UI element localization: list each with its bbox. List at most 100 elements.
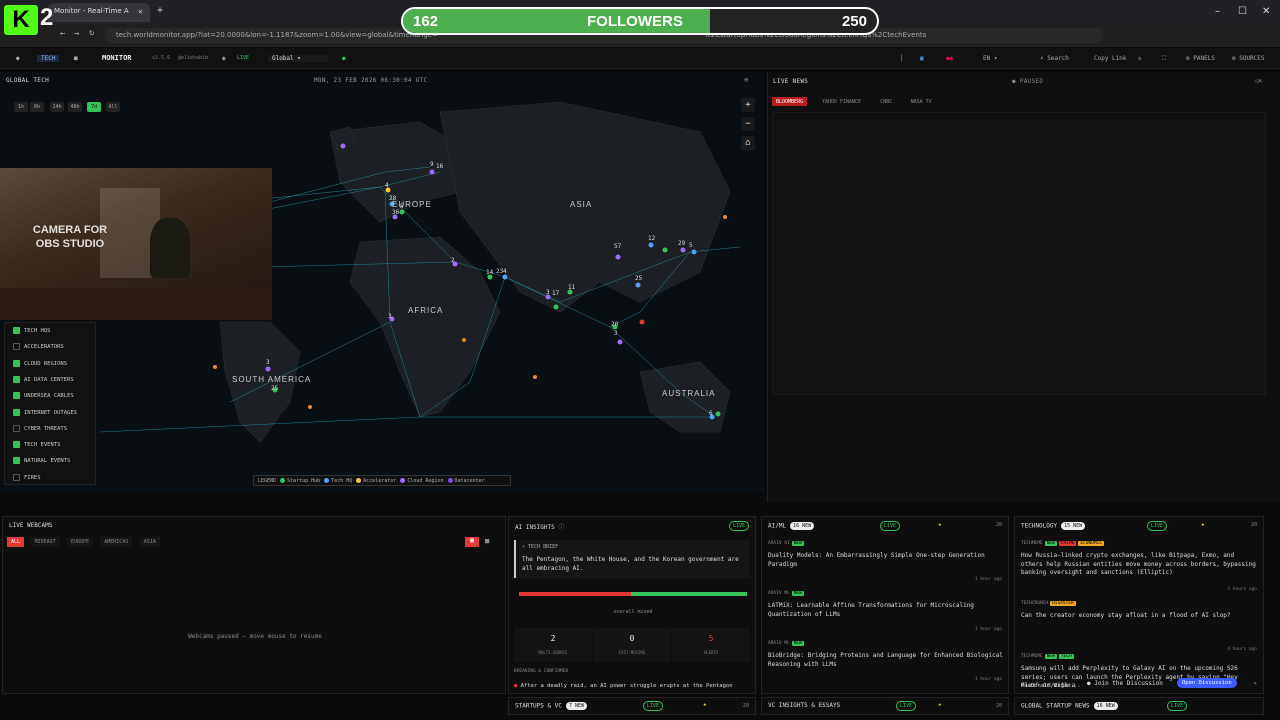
cluster-count[interactable]: 36 [392,209,400,216]
reload-icon[interactable]: ↻ [89,28,94,38]
discussion-close-icon[interactable]: ✕ [1253,680,1257,687]
cluster-count[interactable]: 17 [552,290,560,297]
zoom-in-button[interactable]: + [741,98,755,112]
mute-icon[interactable]: ◁× [1254,77,1262,85]
layer-undersea-cables[interactable]: UNDERSEA CABLES [13,392,74,402]
cluster-count[interactable]: 5 [689,242,693,249]
fullscreen-icon[interactable]: ⛶ [1162,55,1166,63]
region-select[interactable]: Global ▾ [268,55,328,62]
time-filter-1h[interactable]: 1h [14,102,28,112]
cluster-count[interactable]: 25 [271,385,279,392]
copy-link-button[interactable]: Copy Link [1094,55,1127,62]
webcam-tab-all[interactable]: ALL [7,537,25,547]
time-filter-48h[interactable]: 48h [68,102,82,112]
cluster-count[interactable]: 4 [385,182,389,189]
cluster-count[interactable]: 4 [503,268,507,275]
close-window-icon[interactable]: ✕ [1262,6,1270,17]
cluster-count[interactable]: 6 [709,410,713,417]
sources-button[interactable]: ⚙ SOURCES [1232,55,1265,62]
cluster-count[interactable]: 2 [451,257,455,264]
aiml-summarize-icon[interactable]: ★ [938,521,942,528]
video-player[interactable] [772,112,1266,395]
info-icon[interactable]: ⓘ [558,524,564,531]
technology-item-title[interactable]: How Russia-linked crypto exchanges, like… [1021,552,1259,578]
time-filter-all[interactable]: All [106,102,120,112]
browser-tab[interactable]: Monitor - Real-Time A [48,3,150,22]
zoom-out-button[interactable]: − [741,117,755,131]
webcam-tab-asia[interactable]: ASIA [139,537,160,547]
pin-map-icon[interactable]: ⊕ [744,76,748,84]
time-filter-24h[interactable]: 24h [50,102,64,112]
webcam-tab-americas[interactable]: AMERICAS [100,537,133,547]
webcam-tab-mideast[interactable]: MIDEAST [30,537,60,547]
layer-cloud-regions[interactable]: CLOUD REGIONS [13,359,67,370]
startups-summarize-icon[interactable]: ★ [703,701,707,708]
grid-icon[interactable]: ■ [74,55,78,62]
single-view-icon[interactable]: ■ [485,537,489,545]
time-filter-6h[interactable]: 6h [30,102,44,112]
layer-checkbox[interactable] [13,375,20,383]
cluster-count[interactable]: 25 [635,275,643,282]
aiml-item-title[interactable]: BioBridge: Bridging Proteins and Languag… [768,652,1004,669]
layer-cyber-threats[interactable]: CYBER THREATS [13,424,67,435]
layer-tech-events[interactable]: TECH EVENTS [13,441,60,451]
cluster-count[interactable]: 11 [568,284,576,291]
author-handle[interactable]: @eliehabib [178,55,208,61]
new-tab-icon[interactable]: + [157,5,163,16]
panels-button[interactable]: ⚙ PANELS [1186,55,1215,62]
cluster-count[interactable]: 20 [611,321,619,328]
cluster-count[interactable]: 3 [266,359,270,366]
vc-summarize-icon[interactable]: ★ [938,701,942,708]
cluster-count[interactable]: 16 [436,163,444,170]
layer-checkbox[interactable] [13,408,20,416]
cluster-count[interactable]: 14 [486,269,494,276]
cluster-count[interactable]: 57 [614,243,622,250]
github-icon[interactable]: ◉ [222,55,226,62]
aiml-item-title[interactable]: LATMiX: Learnable Affine Transformations… [768,602,1004,619]
layer-natural-events[interactable]: NATURAL EVENTS [13,457,70,467]
tab-close-icon[interactable]: ✕ [138,7,143,16]
cluster-count[interactable]: 9 [430,161,434,168]
technology-summarize-icon[interactable]: ★ [1201,521,1205,528]
technology-item-title[interactable]: Can the creator economy stay afloat in a… [1021,612,1259,621]
news-tab-bloomberg[interactable]: BLOOMBERG [772,97,808,106]
layer-tech-hqs[interactable]: TECH HQS [13,327,51,337]
news-tab-nasa-tv[interactable]: NASA TV [907,97,936,106]
layer-internet-outages[interactable]: INTERNET OUTAGES [13,408,77,419]
tab-tech[interactable]: TECH [37,55,60,62]
cluster-count[interactable]: 29 [678,240,686,247]
aiml-item-title[interactable]: Duality Models: An Embarrassingly Simple… [768,552,1004,569]
cluster-count[interactable]: 3 [388,313,392,320]
menu-icon[interactable]: ● [16,55,20,62]
monitor-icon[interactable]: ▣ [920,55,924,62]
news-tab-cnbc[interactable]: CNBC [876,97,896,106]
layer-checkbox[interactable] [13,392,20,400]
layer-checkbox[interactable] [13,359,20,367]
layer-checkbox[interactable] [13,441,20,449]
layer-accelerators[interactable]: ACCELERATORS [13,343,64,353]
record-icon[interactable]: ●◉ [946,55,953,62]
layer-checkbox[interactable] [13,424,20,432]
cluster-count[interactable]: 3 [614,330,618,337]
layer-ai-data-centers[interactable]: AI DATA CENTERS [13,375,74,386]
open-discussion-button[interactable]: Open Discussion [1177,678,1237,688]
grid-view-icon[interactable]: ▦ [465,537,479,547]
focus-icon[interactable]: ◇ [1138,55,1142,62]
cluster-count[interactable]: 12 [648,235,656,242]
time-filter-7d[interactable]: 7d [87,102,101,112]
layer-checkbox[interactable] [13,327,20,334]
maximize-icon[interactable]: ☐ [1238,6,1247,17]
cluster-count[interactable]: 3 [546,289,550,296]
forward-icon[interactable]: → [74,29,79,39]
language-select[interactable]: EN ▾ [983,55,997,62]
pin-icon[interactable]: │ [900,55,904,62]
layer-fires[interactable]: FIRES [13,473,41,484]
layer-checkbox[interactable] [13,457,20,465]
breaking-item[interactable]: ● After a deadly raid, an AI power strug… [514,683,750,689]
news-tab-yahoo-finance[interactable]: YAHOO FINANCE [818,97,865,106]
minimize-icon[interactable]: – [1215,6,1220,17]
layer-checkbox[interactable] [13,343,20,351]
webcam-tab-europe[interactable]: EUROPE [67,537,94,547]
search-button[interactable]: ⌕ Search [1040,55,1069,62]
layer-checkbox[interactable] [13,473,20,481]
